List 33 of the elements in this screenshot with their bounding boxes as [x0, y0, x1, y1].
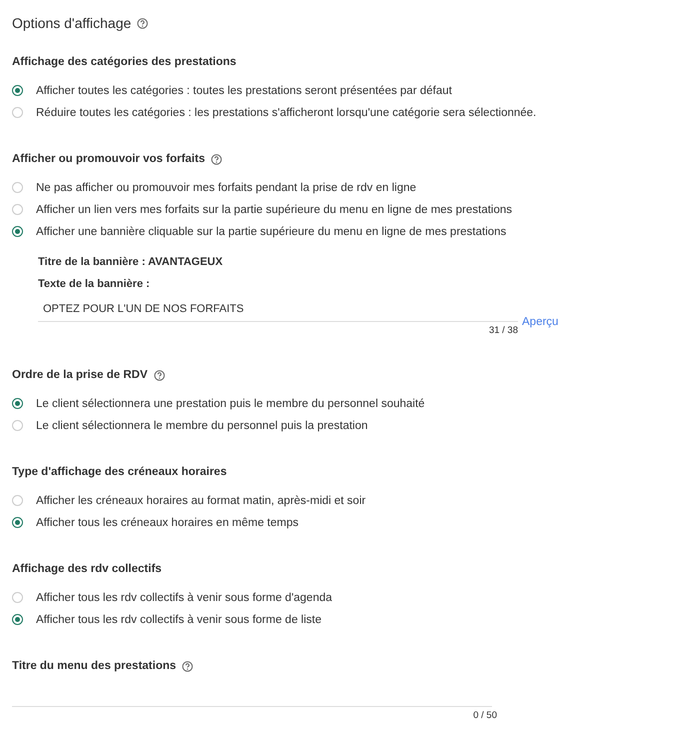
option-label: Afficher un lien vers mes forfaits sur la partie supérieure du menu en ligne de mes prestations — [36, 204, 512, 216]
character-counter: 31 / 38 — [488, 325, 518, 336]
radio-button[interactable] — [12, 85, 23, 96]
option-label: Afficher tous les créneaux horaires en même temps — [36, 516, 298, 528]
radio-button[interactable] — [12, 517, 23, 528]
section-title: Affichage des catégories des prestations — [12, 56, 236, 68]
help-icon[interactable] — [182, 660, 194, 672]
radio-button[interactable] — [12, 614, 23, 625]
input-field[interactable]: OPTEZ POUR L'UN DE NOS FORFAITS — [38, 303, 518, 322]
character-counter: 0 / 50 — [472, 710, 497, 721]
help-icon[interactable] — [154, 370, 164, 380]
radio-button[interactable] — [12, 398, 23, 409]
option-label: Afficher les créneaux horaires au format matin, après-midi et soir — [36, 494, 366, 506]
option-label: Ne pas afficher ou promouvoir mes forfaits pendant la prise de rdv en ligne — [36, 182, 416, 194]
option-label: Le client sélectionnera le membre du personnel puis la prestation — [36, 420, 368, 432]
option-label: Le client sélectionnera une prestation puis le membre du personnel souhaité — [36, 398, 425, 410]
banner-title: Titre de la bannière : AVANTAGEUX — [38, 256, 224, 270]
option-label: Afficher toutes les catégories : toutes les prestations seront présentées par défaut — [36, 84, 452, 96]
radio-button[interactable] — [12, 226, 23, 237]
section-title: Afficher ou promouvoir vos forfaits — [12, 153, 205, 165]
help-icon[interactable] — [210, 154, 222, 164]
help-icon[interactable] — [137, 18, 148, 28]
page-title: Options d'affichage — [12, 15, 132, 31]
field-label: Texte de la bannière : — [38, 278, 151, 292]
option-label: Réduire toutes les catégories : les prestations s'afficheront lorsqu'une catégorie sera sélectionnée. — [36, 106, 536, 118]
section-title: Titre du menu des prestations — [12, 660, 176, 672]
option-label: Afficher une bannière cliquable sur la partie supérieure du menu en ligne de mes prestations — [36, 226, 506, 238]
section-title: Type d'affichage des créneaux horaires — [12, 466, 227, 478]
option-label: Afficher tous les rdv collectifs à venir sous forme de liste — [36, 614, 322, 626]
option-label: Afficher tous les rdv collectifs à venir sous forme d'agenda — [36, 592, 332, 604]
section-title: Affichage des rdv collectifs — [12, 563, 162, 575]
section-title: Ordre de la prise de RDV — [12, 369, 148, 381]
preview-link[interactable]: Aperçu — [522, 316, 558, 328]
